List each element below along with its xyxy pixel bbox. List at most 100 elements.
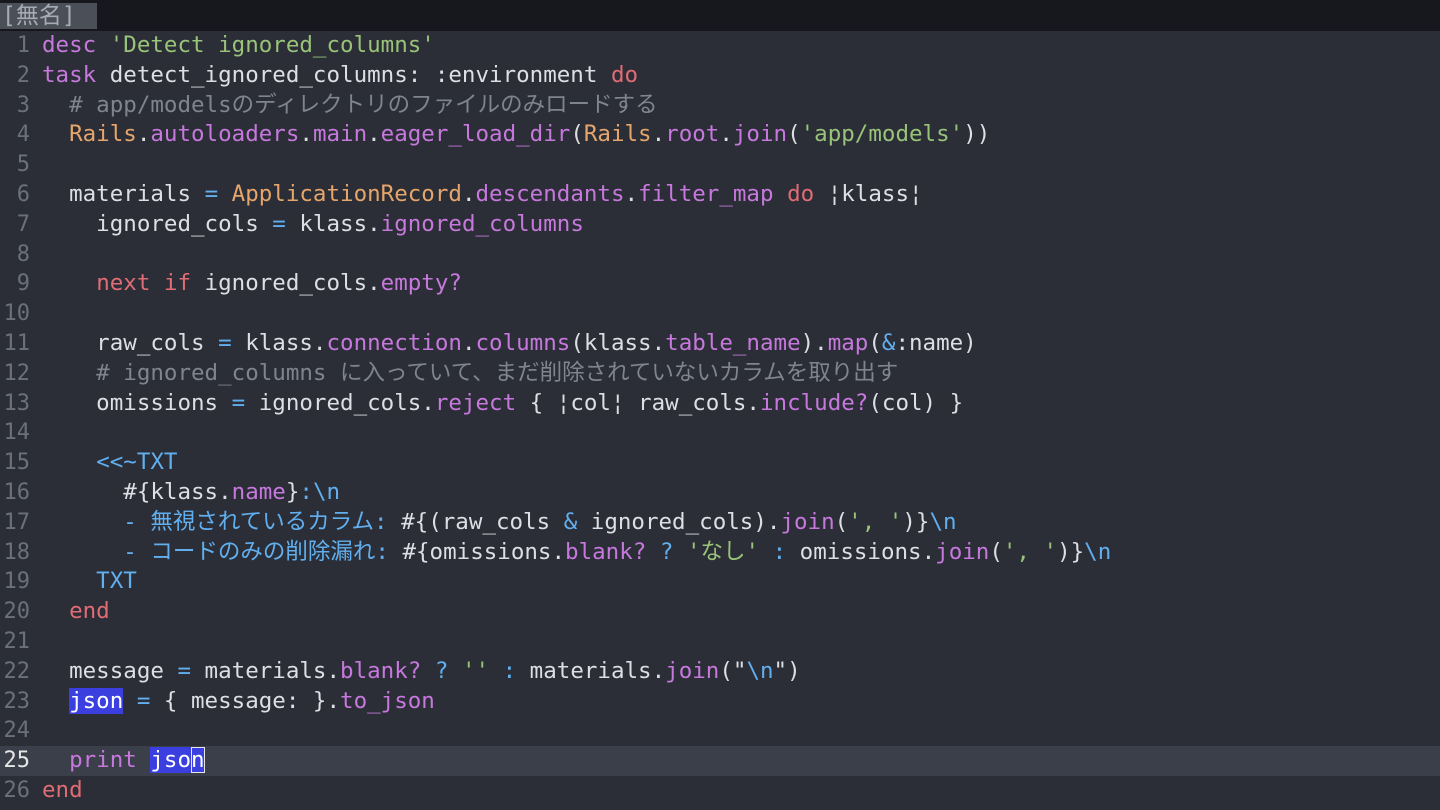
line-text[interactable]: - コードのみの削除漏れ: #{omissions.blank? ? 'なし' …: [42, 538, 1111, 568]
line-text[interactable]: TXT: [42, 567, 137, 597]
line-text[interactable]: task detect_ignored_columns: :environmen…: [42, 61, 638, 91]
code-token: # app/modelsのディレクトリのファイルのみロードする: [42, 91, 658, 118]
code-line[interactable]: 17 - 無視されているカラム: #{(raw_cols & ignored_c…: [0, 508, 1440, 538]
code-line[interactable]: 3 # app/modelsのディレクトリのファイルのみロードする: [0, 91, 1440, 121]
code-token: ApplicationRecord: [231, 180, 462, 207]
code-line[interactable]: 24: [0, 716, 1440, 746]
line-text[interactable]: desc 'Detect ignored_columns': [42, 31, 435, 61]
code-token: columns: [475, 329, 571, 356]
code-token: }: [285, 478, 300, 505]
code-line[interactable]: 4 Rails.autoloaders.main.eager_load_dir(…: [0, 120, 1440, 150]
code-token: empty?: [380, 270, 462, 297]
code-line[interactable]: 13 omissions = ignored_cols.reject { ¦co…: [0, 389, 1440, 419]
code-token: (: [834, 508, 849, 535]
code-line[interactable]: 10: [0, 299, 1440, 329]
code-line[interactable]: 25 print json: [0, 746, 1440, 776]
line-number: 8: [16, 241, 30, 267]
line-text[interactable]: Rails.autoloaders.main.eager_load_dir(Ra…: [42, 120, 990, 150]
line-number: 11: [3, 330, 31, 356]
code-token: join: [732, 121, 788, 148]
line-number: 7: [16, 211, 30, 237]
code-token: raw_cols: [42, 329, 219, 356]
line-text[interactable]: materials = ApplicationRecord.descendant…: [42, 180, 922, 210]
line-number: 13: [3, 390, 31, 416]
buffer-tab[interactable]: [無名]: [0, 3, 97, 29]
line-text[interactable]: ignored_cols = klass.ignored_columns: [42, 210, 584, 240]
line-text[interactable]: next if ignored_cols.empty?: [42, 269, 462, 299]
code-line[interactable]: 11 raw_cols = klass.connection.columns(k…: [0, 329, 1440, 359]
code-line[interactable]: 1 desc 'Detect ignored_columns': [0, 31, 1440, 61]
code-token: \n: [929, 508, 957, 535]
line-number: 18: [3, 539, 31, 565]
code-line[interactable]: 18 - コードのみの削除漏れ: #{omissions.blank? ? 'な…: [0, 538, 1440, 568]
code-token: eager_load_dir: [380, 121, 571, 148]
line-text[interactable]: omissions = ignored_cols.reject { ¦col¦ …: [42, 389, 963, 419]
code-token: =: [218, 329, 232, 356]
code-token: (: [989, 538, 1003, 565]
search-match: jso: [150, 747, 192, 774]
code-line[interactable]: 26 end: [0, 776, 1440, 806]
line-text[interactable]: - 無視されているカラム: #{(raw_cols & ignored_cols…: [42, 508, 957, 538]
code-token: do: [610, 61, 639, 88]
line-text[interactable]: <<~TXT: [42, 448, 177, 478]
code-line[interactable]: 5: [0, 150, 1440, 180]
code-line[interactable]: 19 TXT: [0, 567, 1440, 597]
line-text[interactable]: #{klass.name}:\n: [42, 478, 340, 508]
code-line[interactable]: 23 json = { message: }.to_json: [0, 687, 1440, 717]
code-token: reject: [434, 389, 517, 416]
line-text[interactable]: message = materials.blank? ? '' : materi…: [42, 657, 801, 687]
code-line[interactable]: 7 ignored_cols = klass.ignored_columns: [0, 210, 1440, 240]
line-text[interactable]: json = { message: }.to_json: [42, 687, 435, 717]
code-line[interactable]: 15 <<~TXT: [0, 448, 1440, 478]
code-line[interactable]: 8: [0, 240, 1440, 270]
code-area[interactable]: 1 desc 'Detect ignored_columns' 2 task dete…: [0, 31, 1440, 806]
line-number: 17: [3, 509, 31, 535]
code-line[interactable]: 6 materials = ApplicationRecord.descenda…: [0, 180, 1440, 210]
line-text[interactable]: # ignored_columns に入っていて、まだ削除されていないカラムを取…: [42, 359, 898, 389]
code-line[interactable]: 14: [0, 418, 1440, 448]
code-token: #{omissions.: [402, 538, 566, 565]
line-text[interactable]: end: [42, 597, 110, 627]
code-token: (klass.: [570, 329, 666, 356]
code-token: include?: [759, 389, 869, 416]
code-token: ignored_cols.: [245, 389, 435, 416]
line-number: 2: [16, 62, 30, 88]
code-token: 'app/models': [800, 121, 964, 148]
code-line[interactable]: 20 end: [0, 597, 1440, 627]
code-line[interactable]: 22 message = materials.blank? ? '' : mat…: [0, 657, 1440, 687]
code-token: \n: [312, 478, 341, 505]
line-number: 4: [16, 122, 30, 148]
code-token: to_json: [340, 687, 435, 714]
code-token: =: [177, 657, 192, 684]
code-line[interactable]: 9 next if ignored_cols.empty?: [0, 269, 1440, 299]
code-token: end: [69, 598, 110, 625]
line-number: 3: [16, 92, 30, 118]
line-number: 23: [3, 688, 31, 714]
code-line[interactable]: 16 #{klass.name}:\n: [0, 478, 1440, 508]
line-text[interactable]: # app/modelsのディレクトリのファイルのみロードする: [42, 91, 658, 121]
code-token: detect_ignored_columns: :environment: [96, 61, 611, 88]
line-text[interactable]: raw_cols = klass.connection.columns(klas…: [42, 329, 977, 359]
code-line[interactable]: 12 # ignored_columns に入っていて、まだ削除されていないカラ…: [0, 359, 1440, 389]
code-line[interactable]: 2 task detect_ignored_columns: :environme…: [0, 61, 1440, 91]
code-token: desc: [42, 32, 97, 58]
code-token: filter_map: [638, 180, 774, 207]
line-text[interactable]: print json: [42, 746, 205, 776]
code-token: materials.: [191, 657, 341, 684]
vim-editor-window[interactable]: [無名] 1 desc 'Detect ignored_columns' 2 task…: [0, 0, 1440, 810]
line-number: 19: [3, 569, 31, 595]
code-token: autoloaders: [150, 121, 300, 148]
code-line[interactable]: 21: [0, 627, 1440, 657]
code-token: .: [136, 121, 151, 148]
line-text[interactable]: end: [42, 776, 83, 806]
